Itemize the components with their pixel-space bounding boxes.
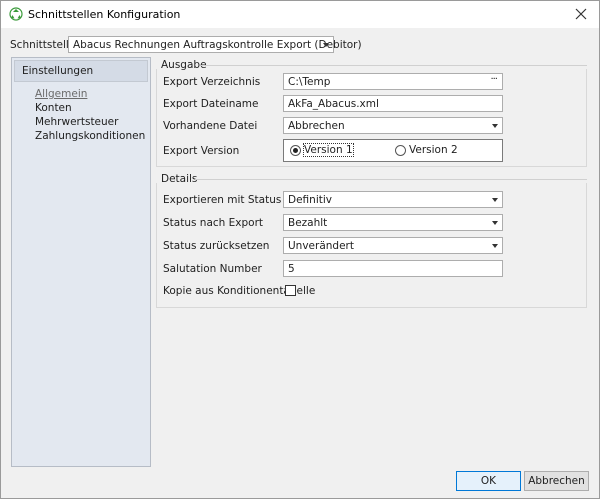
existing-file-label: Vorhandene Datei [163, 120, 258, 132]
status-reset-dropdown[interactable]: Unverändert [283, 237, 503, 254]
status-after-dropdown[interactable]: Bezahlt [283, 214, 503, 231]
nav-panel: Einstellungen Allgemein Konten Mehrwerts… [11, 57, 151, 467]
salutation-label: Salutation Number [163, 263, 262, 275]
export-filename-input[interactable]: AkFa_Abacus.xml [283, 95, 503, 112]
version1-radio[interactable] [290, 145, 301, 156]
existing-file-dropdown[interactable]: Abbrechen [283, 117, 503, 134]
status-after-value: Bezahlt [288, 217, 328, 229]
status-reset-label: Status zurücksetzen [163, 240, 270, 252]
chevron-down-icon [492, 124, 498, 128]
ausgabe-divider [201, 65, 587, 66]
nav-item-allgemein[interactable]: Allgemein [35, 88, 87, 100]
details-divider [195, 179, 587, 180]
existing-file-value: Abbrechen [288, 120, 345, 132]
ok-button[interactable]: OK [456, 471, 521, 491]
export-dir-input[interactable]: C:\Temp ··· [283, 73, 503, 90]
version1-label[interactable]: Version 1 [303, 143, 354, 157]
export-filename-label: Export Dateiname [163, 98, 259, 110]
status-reset-value: Unverändert [288, 240, 354, 252]
nav-header-settings[interactable]: Einstellungen [14, 60, 148, 82]
salutation-value: 5 [288, 263, 295, 275]
version2-radio[interactable] [395, 145, 406, 156]
browse-ellipsis-button[interactable]: ··· [490, 74, 497, 85]
nav-item-konten[interactable]: Konten [35, 102, 72, 114]
interface-label: Schnittstelle [10, 39, 76, 51]
chevron-down-icon [492, 221, 498, 225]
title-bar: Schnittstellen Konfiguration [1, 1, 599, 28]
chevron-down-icon [323, 43, 329, 47]
close-icon [575, 8, 587, 20]
status-after-label: Status nach Export [163, 217, 264, 229]
cancel-button[interactable]: Abbrechen [524, 471, 589, 491]
export-status-value: Definitiv [288, 194, 332, 206]
export-filename-value: AkFa_Abacus.xml [288, 98, 379, 110]
export-version-radio-group: Version 1 Version 2 [283, 139, 503, 162]
app-recycle-icon [9, 7, 23, 21]
export-status-dropdown[interactable]: Definitiv [283, 191, 503, 208]
export-dir-value: C:\Temp [288, 76, 331, 88]
export-dir-label: Export Verzeichnis [163, 76, 261, 88]
export-status-label: Exportieren mit Status [163, 194, 282, 206]
copy-conditions-checkbox[interactable] [285, 285, 296, 296]
chevron-down-icon [492, 244, 498, 248]
close-button[interactable] [571, 4, 591, 24]
nav-header-label: Einstellungen [22, 65, 94, 77]
chevron-down-icon [492, 198, 498, 202]
interface-dropdown[interactable]: Abacus Rechnungen Auftragskontrolle Expo… [68, 36, 362, 53]
export-version-label: Export Version [163, 145, 240, 157]
config-window: Schnittstellen Konfiguration Schnittstel… [0, 0, 600, 499]
window-title: Schnittstellen Konfiguration [28, 8, 181, 21]
interface-value: Abacus Rechnungen Auftragskontrolle Expo… [73, 39, 362, 51]
version2-label[interactable]: Version 2 [409, 144, 458, 156]
salutation-input[interactable]: 5 [283, 260, 503, 277]
nav-item-mehrwertsteuer[interactable]: Mehrwertsteuer [35, 116, 118, 128]
nav-item-zahlungskonditionen[interactable]: Zahlungskonditionen [35, 130, 145, 142]
